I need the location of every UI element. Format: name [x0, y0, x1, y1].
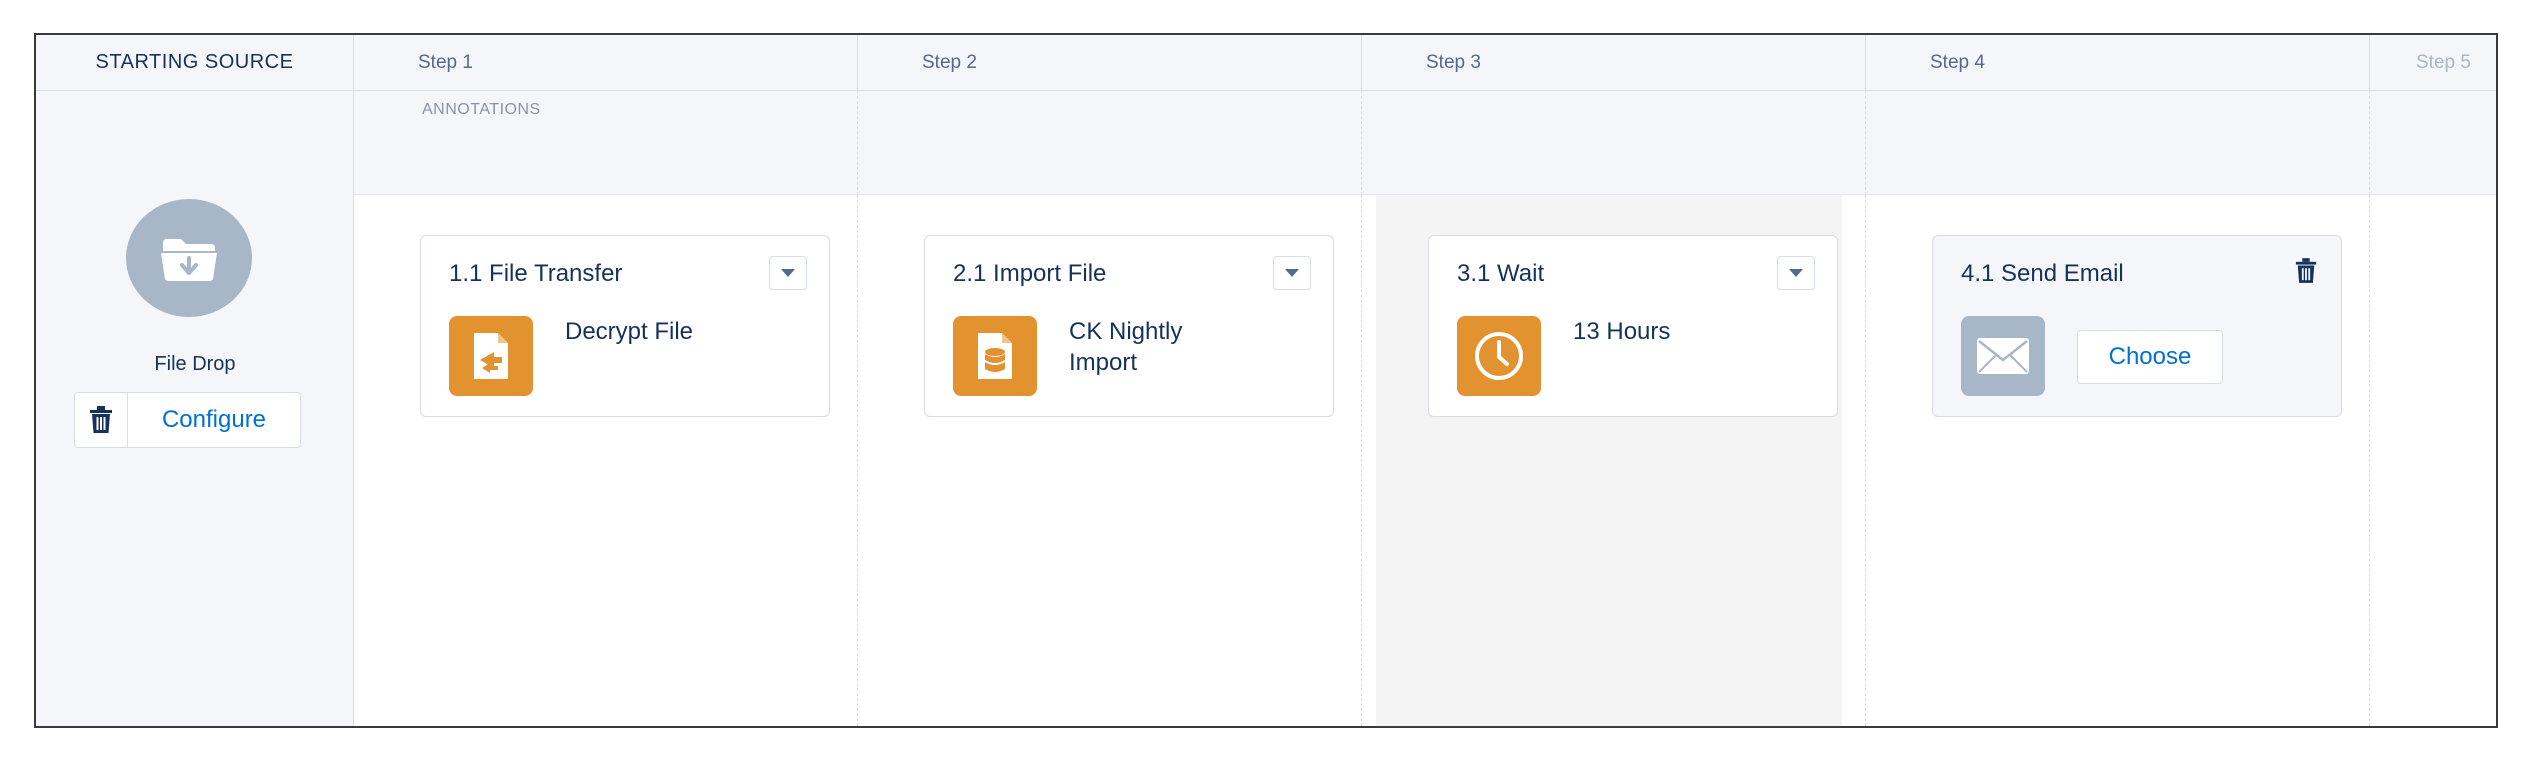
header-step-4: Step 4 — [1866, 35, 2370, 91]
journey-canvas: STARTING SOURCE Step 1 Step 2 Step 3 Ste… — [34, 33, 2498, 728]
clock-icon — [1457, 316, 1541, 396]
header-step-3: Step 3 — [1362, 35, 1866, 91]
activity-card-2-1[interactable]: 2.1 Import File CK Nightly Import — [924, 235, 1334, 417]
activity-title: 1.1 File Transfer — [449, 260, 623, 287]
annotation-band-step-3 — [1362, 91, 1866, 195]
activity-menu-button[interactable] — [769, 256, 807, 290]
source-button-group: Configure — [74, 392, 301, 448]
activity-title: 2.1 Import File — [953, 260, 1107, 287]
activity-label: Decrypt File — [565, 318, 694, 345]
database-file-icon — [953, 316, 1037, 396]
annotations-label: ANNOTATIONS — [422, 101, 541, 118]
header-step-5: Step 5 — [2370, 35, 2496, 91]
header-starting-source: STARTING SOURCE — [36, 35, 354, 91]
activity-card-3-1[interactable]: 3.1 Wait 13 Hours — [1428, 235, 1838, 417]
annotation-band-step-1: ANNOTATIONS — [354, 91, 858, 195]
activity-title: 3.1 Wait — [1457, 260, 1545, 287]
trash-icon — [90, 406, 112, 433]
activity-menu-button[interactable] — [1777, 256, 1815, 290]
chevron-down-icon — [1789, 269, 1803, 277]
activity-menu-button[interactable] — [1273, 256, 1311, 290]
header-step-1: Step 1 — [354, 35, 858, 91]
folder-download-icon[interactable] — [126, 199, 252, 317]
activity-card-1-1[interactable]: 1.1 File Transfer Decrypt File — [420, 235, 830, 417]
envelope-icon — [1961, 316, 2045, 396]
configure-button[interactable]: Configure — [128, 393, 300, 447]
chevron-down-icon — [1285, 269, 1299, 277]
file-transfer-icon — [449, 316, 533, 396]
choose-email-button[interactable]: Choose — [2077, 330, 2223, 384]
chevron-down-icon — [781, 269, 795, 277]
starting-source-column: File Drop Configure — [36, 91, 354, 726]
annotation-band-step-2 — [858, 91, 1362, 195]
header-step-2: Step 2 — [858, 35, 1362, 91]
step-5-column — [2370, 195, 2496, 726]
delete-activity-button[interactable] — [2295, 258, 2317, 289]
delete-source-button[interactable] — [75, 393, 128, 447]
trash-icon — [2295, 258, 2317, 283]
activity-label-line-1: CK Nightly — [1069, 318, 1183, 345]
activity-label-line-2: Import — [1069, 349, 1138, 376]
activity-title: 4.1 Send Email — [1961, 260, 2124, 287]
annotation-band-step-5 — [2370, 91, 2496, 195]
annotation-band-step-4 — [1866, 91, 2370, 195]
source-name: File Drop — [154, 353, 236, 375]
activity-card-4-1[interactable]: 4.1 Send Email Choose — [1932, 235, 2342, 417]
activity-label: 13 Hours — [1573, 318, 1671, 345]
activity-label: CK Nightly Import — [1069, 316, 1309, 378]
